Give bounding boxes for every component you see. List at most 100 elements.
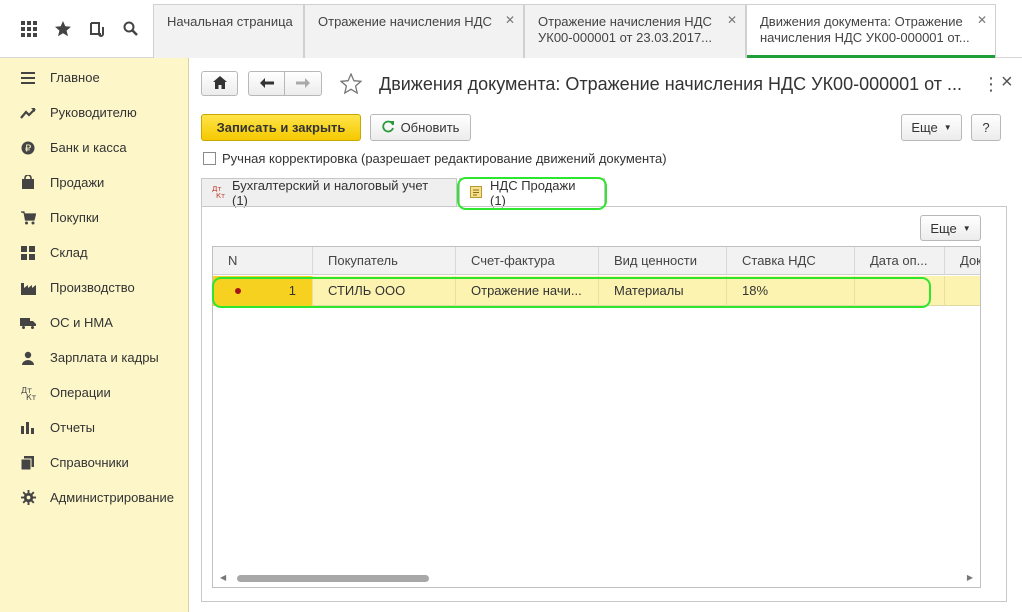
column-header-invoice[interactable]: Счет-фактура <box>456 247 599 275</box>
svg-text:₽: ₽ <box>25 143 32 154</box>
history-icon[interactable] <box>80 12 114 46</box>
home-button[interactable] <box>201 71 238 96</box>
star-icon[interactable] <box>46 12 80 46</box>
column-header-n[interactable]: N <box>213 247 313 275</box>
column-header-doc[interactable]: Док <box>945 247 980 275</box>
truck-icon <box>20 315 36 331</box>
search-icon[interactable] <box>114 12 148 46</box>
close-form-icon[interactable]: × <box>1001 71 1013 94</box>
tab-label: Начальная страница <box>167 14 293 29</box>
column-header-vat-rate[interactable]: Ставка НДС <box>727 247 855 275</box>
scroll-left-icon[interactable]: ◀ <box>220 573 226 582</box>
chevron-down-icon: ▼ <box>943 123 952 132</box>
tab-accounting[interactable]: Дт Кт Бухгалтерский и налоговый учет (1) <box>201 178 457 208</box>
debit-credit-icon: Дт Кт <box>20 385 36 401</box>
document-movements-form: Движения документа: Отражение начисления… <box>189 58 1022 612</box>
tab-label: НДС Продажи (1) <box>490 178 576 208</box>
forward-button[interactable] <box>284 71 322 96</box>
refresh-button[interactable]: Обновить <box>370 114 471 141</box>
save-and-close-button[interactable]: Записать и закрыть <box>201 114 361 141</box>
sidebar-item-reports[interactable]: Отчеты <box>0 410 189 445</box>
sidebar-item-fixed-assets[interactable]: ОС и НМА <box>0 305 189 340</box>
more-actions-icon[interactable]: ⋮ <box>982 74 1000 95</box>
bar-chart-icon <box>20 420 36 436</box>
cell-n: 1 <box>213 276 313 306</box>
close-icon[interactable]: ✕ <box>727 12 737 28</box>
sidebar-item-label: Руководителю <box>50 105 137 120</box>
books-icon <box>20 455 36 471</box>
tab-vat-list[interactable]: Отражение начисления НДС ✕ <box>304 4 524 58</box>
close-icon[interactable]: ✕ <box>505 12 515 28</box>
column-header-value-type[interactable]: Вид ценности <box>599 247 727 275</box>
factory-icon <box>20 280 36 296</box>
back-button[interactable] <box>248 71 285 96</box>
sidebar-item-label: Покупки <box>50 210 99 225</box>
debit-credit-icon: Дт Кт <box>212 185 226 202</box>
sidebar-item-warehouse[interactable]: Склад <box>0 235 189 270</box>
sidebar-item-label: Продажи <box>50 175 105 190</box>
tab-home[interactable]: Начальная страница <box>153 4 304 58</box>
sidebar-item-main[interactable]: Главное <box>0 60 189 95</box>
cell-invoice: Отражение начи... <box>456 276 599 306</box>
sidebar-item-purchases[interactable]: Покупки <box>0 200 189 235</box>
refresh-label: Обновить <box>400 120 460 135</box>
refresh-icon <box>381 120 395 136</box>
tab-vat-document[interactable]: Отражение начисления НДС УК00-000001 от … <box>524 4 746 58</box>
help-button[interactable]: ? <box>971 114 1001 141</box>
close-icon[interactable]: ✕ <box>977 12 987 28</box>
more-button[interactable]: Еще ▼ <box>901 114 962 141</box>
sidebar: Главное Руководителю ₽ Банк и касса Прод… <box>0 58 189 612</box>
sidebar-item-administration[interactable]: Администрирование <box>0 480 189 515</box>
sidebar-item-production[interactable]: Производство <box>0 270 189 305</box>
sidebar-item-bank[interactable]: ₽ Банк и касса <box>0 130 189 165</box>
people-icon <box>20 350 36 366</box>
trend-icon <box>20 105 36 121</box>
sidebar-item-salary[interactable]: Зарплата и кадры <box>0 340 189 375</box>
tab-vat-sales[interactable]: НДС Продажи (1) <box>459 178 605 208</box>
sidebar-item-operations[interactable]: Дт Кт Операции <box>0 375 189 410</box>
page-title: Движения документа: Отражение начисления… <box>379 74 962 94</box>
record-status-icon <box>235 288 241 294</box>
favorite-star-icon[interactable] <box>339 72 363 97</box>
chevron-down-icon: ▼ <box>962 223 971 233</box>
sidebar-item-label: Банк и касса <box>50 140 127 155</box>
manual-correction-checkbox[interactable] <box>203 152 216 165</box>
sidebar-item-label: Зарплата и кадры <box>50 350 159 365</box>
sidebar-item-label: ОС и НМА <box>50 315 113 330</box>
gear-icon <box>20 490 36 506</box>
grid-more-button[interactable]: Еще ▼ <box>920 215 981 241</box>
scrollbar-thumb[interactable] <box>237 575 429 582</box>
tab-label: Отражение начисления НДС <box>318 14 492 29</box>
movements-table[interactable]: N Покупатель Счет-фактура Вид ценности С… <box>212 246 981 588</box>
manual-correction-label: Ручная корректировка (разрешает редактир… <box>222 151 667 166</box>
top-icon-group <box>0 0 152 58</box>
arrow-right-icon <box>296 76 310 91</box>
table-row[interactable]: 1 СТИЛЬ ООО Отражение начи... Материалы … <box>213 276 980 306</box>
column-header-op-date[interactable]: Дата оп... <box>855 247 945 275</box>
apps-grid-icon[interactable] <box>12 12 46 46</box>
sidebar-item-label: Справочники <box>50 455 129 470</box>
ruble-coin-icon: ₽ <box>20 140 36 156</box>
cell-buyer: СТИЛЬ ООО <box>313 276 456 306</box>
sidebar-item-directories[interactable]: Справочники <box>0 445 189 480</box>
sidebar-item-manager[interactable]: Руководителю <box>0 95 189 130</box>
shopping-bag-icon <box>20 175 36 191</box>
horizontal-scrollbar[interactable]: ◀ ▶ <box>213 570 980 587</box>
scroll-right-icon[interactable]: ▶ <box>967 573 973 582</box>
more-label: Еще <box>930 220 957 236</box>
tab-label: Отражение начисления НДС УК00-000001 от … <box>538 14 713 45</box>
column-header-buyer[interactable]: Покупатель <box>313 247 456 275</box>
menu-lines-icon <box>20 70 36 86</box>
tab-document-movements[interactable]: Движения документа: Отражение начисления… <box>746 4 996 58</box>
tab-label: Движения документа: Отражение начисления… <box>760 14 970 45</box>
sidebar-item-label: Склад <box>50 245 88 260</box>
more-label: Еще <box>911 120 938 135</box>
warehouse-icon <box>20 245 36 261</box>
arrow-left-icon <box>259 76 274 91</box>
svg-text:Кт: Кт <box>216 192 225 199</box>
sidebar-item-label: Операции <box>50 385 111 400</box>
cell-value-type: Материалы <box>599 276 727 306</box>
top-bar: Начальная страница Отражение начисления … <box>0 0 1022 58</box>
sidebar-item-sales[interactable]: Продажи <box>0 165 189 200</box>
home-icon <box>212 75 227 92</box>
